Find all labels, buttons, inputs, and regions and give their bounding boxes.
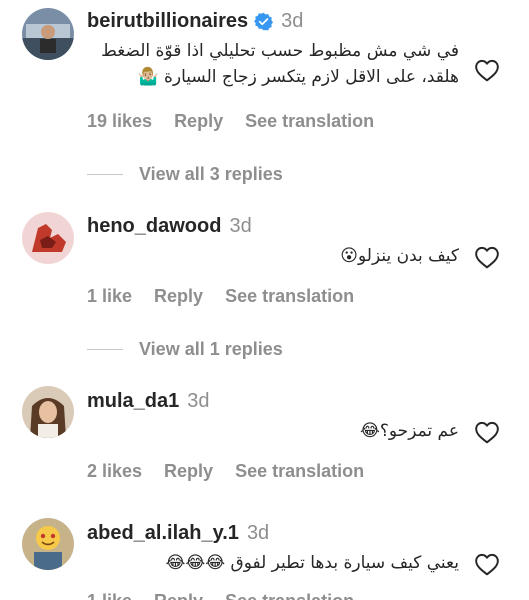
avatar-image bbox=[22, 212, 74, 264]
avatar-image bbox=[22, 8, 74, 60]
comment-header: mula_da1 3d bbox=[87, 390, 210, 413]
view-replies-label[interactable]: View all 3 replies bbox=[139, 164, 283, 185]
comment-header: abed_al.ilah_y.1 3d bbox=[87, 522, 269, 545]
avatar-image bbox=[22, 518, 74, 570]
comment-text: كيف بدن ينزلو😮 bbox=[340, 243, 459, 269]
see-translation-link[interactable]: See translation bbox=[235, 461, 364, 482]
comment-text-line: يعني كيف سيارة بدها تطير لفوق 😂😂😂 bbox=[165, 553, 459, 573]
avatar[interactable] bbox=[22, 212, 74, 264]
comment-text-line: هلقد، على الاقل لازم يتكسر زجاج السيارة … bbox=[137, 67, 459, 87]
replies-divider bbox=[87, 174, 123, 175]
username[interactable]: beirutbillionaires bbox=[87, 10, 248, 33]
replies-divider bbox=[87, 349, 123, 350]
comment-item: abed_al.ilah_y.1 3d يعني كيف سيارة بدها … bbox=[0, 505, 529, 600]
reply-button[interactable]: Reply bbox=[164, 461, 213, 482]
avatar-image bbox=[22, 386, 74, 438]
timestamp: 3d bbox=[281, 10, 304, 32]
avatar[interactable] bbox=[22, 8, 74, 60]
like-heart-icon[interactable] bbox=[474, 552, 500, 576]
likes-count[interactable]: 2 likes bbox=[87, 461, 142, 482]
timestamp: 3d bbox=[246, 522, 270, 544]
comment-actions: 2 likes Reply See translation bbox=[87, 461, 364, 482]
comment-text-line: عم تمزحو؟😂 bbox=[360, 421, 459, 441]
comment-item: beirutbillionaires 3d في شي مش مظبوط حسب… bbox=[0, 0, 529, 190]
reply-button[interactable]: Reply bbox=[154, 286, 203, 307]
view-replies-label[interactable]: View all 1 replies bbox=[139, 339, 283, 360]
likes-count[interactable]: 19 likes bbox=[87, 111, 152, 132]
comment-actions: 19 likes Reply See translation bbox=[87, 111, 374, 132]
likes-count[interactable]: 1 like bbox=[87, 591, 132, 600]
comment-header: heno_dawood 3d bbox=[87, 215, 252, 238]
reply-button[interactable]: Reply bbox=[174, 111, 223, 132]
reply-button[interactable]: Reply bbox=[154, 591, 203, 600]
see-translation-link[interactable]: See translation bbox=[245, 111, 374, 132]
comment-actions: 1 like Reply See translation bbox=[87, 286, 354, 307]
avatar[interactable] bbox=[22, 386, 74, 438]
comment-text: عم تمزحو؟😂 bbox=[360, 418, 459, 444]
comment-header: beirutbillionaires 3d bbox=[87, 10, 303, 33]
username[interactable]: abed_al.ilah_y.1 bbox=[87, 522, 239, 545]
comment-item: heno_dawood 3d كيف بدن ينزلو😮 1 like Rep… bbox=[0, 200, 529, 370]
comment-text: يعني كيف سيارة بدها تطير لفوق 😂😂😂 bbox=[166, 550, 459, 576]
comment-text-line: كيف بدن ينزلو😮 bbox=[340, 246, 459, 266]
likes-count[interactable]: 1 like bbox=[87, 286, 132, 307]
view-replies[interactable]: View all 1 replies bbox=[87, 339, 283, 360]
comment-item: mula_da1 3d عم تمزحو؟😂 2 likes Reply See… bbox=[0, 375, 529, 500]
like-heart-icon[interactable] bbox=[474, 420, 500, 444]
comment-actions: 1 like Reply See translation bbox=[87, 591, 354, 600]
see-translation-link[interactable]: See translation bbox=[225, 591, 354, 600]
username[interactable]: heno_dawood bbox=[87, 215, 221, 238]
timestamp: 3d bbox=[229, 215, 252, 237]
comment-text-line: في شي مش مظبوط حسب تحليلي اذا قوّة الضغط bbox=[101, 41, 459, 61]
like-heart-icon[interactable] bbox=[474, 245, 500, 269]
verified-badge-icon bbox=[254, 12, 274, 31]
like-heart-icon[interactable] bbox=[474, 58, 500, 82]
comment-text: في شي مش مظبوط حسب تحليلي اذا قوّة الضغط… bbox=[101, 38, 459, 90]
see-translation-link[interactable]: See translation bbox=[225, 286, 354, 307]
username[interactable]: mula_da1 bbox=[87, 390, 179, 413]
avatar[interactable] bbox=[22, 518, 74, 570]
view-replies[interactable]: View all 3 replies bbox=[87, 164, 283, 185]
timestamp: 3d bbox=[187, 390, 210, 412]
